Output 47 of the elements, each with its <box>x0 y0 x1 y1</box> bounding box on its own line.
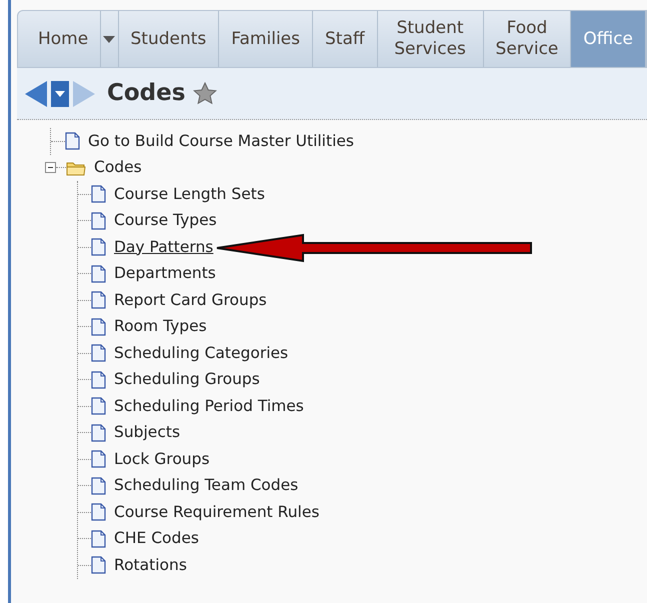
tree-item[interactable]: Codes <box>94 156 142 180</box>
page-icon <box>91 264 106 283</box>
history-dropdown[interactable] <box>51 80 69 106</box>
nav-tab[interactable]: Students <box>118 11 220 67</box>
page-icon <box>91 530 106 548</box>
tree-item[interactable]: Report Card Groups <box>114 288 267 312</box>
nav-dropdown[interactable] <box>101 11 119 67</box>
page-icon <box>65 132 80 150</box>
tree-item[interactable]: Scheduling Period Times <box>114 394 304 418</box>
tree-item[interactable]: Course Requirement Rules <box>114 500 320 524</box>
tree-item[interactable]: Departments <box>114 262 216 286</box>
collapse-toggle[interactable] <box>45 162 56 174</box>
tree-item[interactable]: Room Types <box>114 315 207 338</box>
page-icon <box>91 212 106 230</box>
tree-item[interactable]: CHE Codes <box>114 527 199 550</box>
tree-item[interactable]: Scheduling Team Codes <box>114 474 298 498</box>
nav-tab[interactable]: Student Services <box>378 11 484 67</box>
back-button[interactable] <box>25 80 47 106</box>
page-icon <box>91 424 106 442</box>
tree-item[interactable]: Course Length Sets <box>114 182 265 206</box>
tree-item[interactable]: Scheduling Groups <box>114 368 260 392</box>
page-icon <box>91 450 106 468</box>
page-title: Codes <box>107 79 186 108</box>
tree-item[interactable]: Scheduling Categories <box>114 342 288 365</box>
page-icon <box>91 344 106 362</box>
nav-tab[interactable]: Families <box>219 11 313 67</box>
caret-icon <box>103 36 116 42</box>
tree-item[interactable]: Day Patterns <box>114 236 214 259</box>
folder-icon <box>66 160 86 176</box>
tree-item[interactable]: Go to Build Course Master Utilities <box>88 130 354 153</box>
page-icon <box>91 503 106 522</box>
page-icon <box>91 185 106 204</box>
page-icon <box>91 476 106 495</box>
page-icon <box>91 318 106 336</box>
page-icon <box>91 238 106 256</box>
tree-item[interactable]: Course Types <box>114 209 217 232</box>
nav-tab[interactable]: Staff <box>312 11 378 67</box>
page-icon <box>91 397 106 416</box>
caret-icon <box>55 90 65 96</box>
page-icon <box>91 556 106 574</box>
page-icon <box>91 370 106 389</box>
star-icon[interactable] <box>193 82 218 106</box>
nav-tab[interactable]: Home <box>26 11 102 67</box>
tree-item[interactable]: Lock Groups <box>114 448 210 471</box>
tree-item[interactable]: Subjects <box>114 421 180 444</box>
page-icon <box>91 291 106 310</box>
tree-item[interactable]: Rotations <box>114 554 187 577</box>
